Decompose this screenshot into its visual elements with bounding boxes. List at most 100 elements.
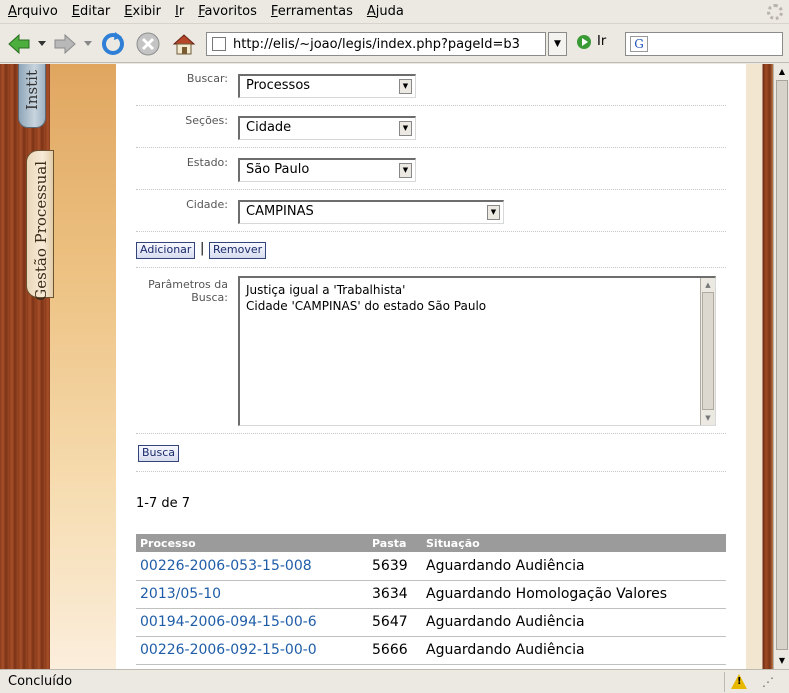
- status-text: Concluído: [8, 674, 73, 689]
- cell-pasta: 5666: [368, 636, 422, 665]
- params-line: Cidade 'CAMPINAS' do estado São Paulo: [246, 299, 487, 313]
- back-arrow-icon[interactable]: [6, 31, 32, 57]
- cell-situacao: Aguardando Audiência: [422, 552, 726, 581]
- menu-ferramentas[interactable]: Ferramentas: [271, 4, 353, 19]
- cell-situacao: Aguardando Homologação Valores: [422, 580, 726, 609]
- cell-situacao: Aguardando Audiência: [422, 636, 726, 665]
- search-button-row: Busca: [136, 434, 726, 472]
- menu-ir[interactable]: Ir: [175, 4, 184, 19]
- secoes-select[interactable]: Cidade ▼: [238, 116, 416, 140]
- cidade-label: Cidade:: [186, 198, 228, 211]
- cell-pasta: 5639: [368, 552, 422, 581]
- page-favicon-icon: [212, 37, 226, 51]
- button-separator: |: [200, 241, 205, 256]
- cell-processo: 00226-2006-092-15-00-0: [136, 636, 368, 665]
- cidade-select-value: CAMPINAS: [246, 204, 314, 219]
- scroll-down-icon[interactable]: ▼: [702, 412, 714, 424]
- menu-arquivo[interactable]: Arquivo: [8, 4, 58, 19]
- scroll-thumb[interactable]: [776, 80, 788, 650]
- scroll-up-icon[interactable]: ▲: [702, 279, 714, 291]
- forward-arrow-icon[interactable]: [52, 31, 78, 57]
- forward-history-dropdown-icon[interactable]: [84, 41, 92, 47]
- chevron-down-icon: ▼: [554, 39, 561, 49]
- table-row: 00226-2006-092-15-00-0 5666 Aguardando A…: [136, 636, 726, 665]
- add-remove-row: Adicionar | Remover: [136, 232, 726, 268]
- result-count: 1-7 de 7: [136, 496, 191, 511]
- cell-processo: 00194-2006-094-15-00-6: [136, 608, 368, 637]
- chevron-down-icon: ▼: [399, 79, 412, 94]
- page-viewport: Instit Gestão Processual Buscar: Process…: [0, 64, 773, 669]
- throbber-icon: [767, 4, 783, 20]
- results-table: Processo Pasta Situação 00226-2006-053-1…: [136, 534, 726, 665]
- url-history-dropdown[interactable]: ▼: [548, 32, 567, 56]
- menu-exibir[interactable]: Exibir: [124, 4, 161, 19]
- processo-link[interactable]: 2013/05-10: [140, 586, 221, 602]
- search-input[interactable]: G: [625, 32, 783, 56]
- scroll-up-icon[interactable]: ▲: [776, 66, 788, 78]
- estado-row: Estado: São Paulo ▼: [136, 148, 726, 190]
- buscar-row: Buscar: Processos ▼: [136, 64, 726, 106]
- col-processo: Processo: [136, 534, 368, 552]
- secoes-row: Seções: Cidade ▼: [136, 106, 726, 148]
- cell-pasta: 5647: [368, 608, 422, 637]
- params-label: Parâmetros da Busca:: [148, 278, 228, 304]
- back-history-dropdown-icon[interactable]: [38, 41, 46, 47]
- search-form: Buscar: Processos ▼ Seções: Cidade ▼ Est…: [136, 64, 726, 669]
- buscar-label: Buscar:: [186, 72, 228, 85]
- cell-processo: 00226-2006-053-15-008: [136, 552, 368, 581]
- processo-link[interactable]: 00226-2006-053-15-008: [140, 558, 312, 574]
- chevron-down-icon: ▼: [399, 163, 412, 178]
- processo-link[interactable]: 00194-2006-094-15-00-6: [140, 614, 317, 630]
- remove-button[interactable]: Remover: [209, 242, 267, 259]
- wood-frame-right: [746, 64, 773, 669]
- tab-institucional-label: Instit: [23, 70, 41, 111]
- url-text: http://elis/~joao/legis/index.php?pageId…: [233, 36, 520, 52]
- chevron-down-icon: ▼: [399, 121, 412, 136]
- reload-icon[interactable]: [100, 31, 126, 57]
- menu-ajuda[interactable]: Ajuda: [367, 4, 404, 19]
- menu-favoritos[interactable]: Favoritos: [198, 4, 257, 19]
- add-button[interactable]: Adicionar: [136, 242, 196, 259]
- table-row: 00226-2006-053-15-008 5639 Aguardando Au…: [136, 552, 726, 581]
- menu-bar: Arquivo Editar Exibir Ir Favoritos Ferra…: [0, 0, 789, 24]
- col-pasta: Pasta: [368, 534, 422, 552]
- tab-gestao-processual[interactable]: Gestão Processual: [26, 150, 54, 301]
- cidade-row: Cidade: CAMPINAS ▼: [136, 190, 726, 232]
- go-icon: [577, 34, 591, 49]
- search-button[interactable]: Busca: [138, 445, 180, 462]
- processo-link[interactable]: 00226-2006-092-15-00-0: [140, 642, 317, 658]
- go-button[interactable]: Ir: [577, 34, 606, 49]
- cidade-select[interactable]: CAMPINAS ▼: [238, 200, 504, 224]
- results-header: Processo Pasta Situação: [136, 534, 726, 552]
- page-scrollbar[interactable]: ▲ ▼: [773, 64, 789, 669]
- params-textarea[interactable]: Justiça igual a 'Trabalhista' Cidade 'CA…: [238, 276, 716, 426]
- table-row: 2013/05-10 3634 Aguardando Homologação V…: [136, 580, 726, 609]
- chevron-down-icon: ▼: [487, 205, 500, 220]
- url-field[interactable]: http://elis/~joao/legis/index.php?pageId…: [206, 32, 546, 56]
- resize-grip-icon[interactable]: ⋰: [762, 675, 774, 689]
- cell-situacao: Aguardando Audiência: [422, 608, 726, 637]
- estado-select-value: São Paulo: [246, 162, 310, 177]
- tab-gestao-processual-label: Gestão Processual: [32, 161, 50, 301]
- stop-icon[interactable]: [135, 31, 161, 57]
- search-engine-icon[interactable]: G: [630, 36, 648, 52]
- home-icon[interactable]: [171, 31, 197, 57]
- scroll-thumb[interactable]: [702, 292, 714, 410]
- buscar-select[interactable]: Processos ▼: [238, 74, 416, 98]
- secoes-label: Seções:: [185, 114, 228, 127]
- warning-icon[interactable]: [731, 674, 747, 689]
- estado-select[interactable]: São Paulo ▼: [238, 158, 416, 182]
- textarea-scrollbar[interactable]: ▲ ▼: [700, 278, 715, 425]
- col-situacao: Situação: [422, 534, 726, 552]
- tab-institucional[interactable]: Instit: [18, 64, 46, 128]
- table-row: 00194-2006-094-15-00-6 5647 Aguardando A…: [136, 608, 726, 637]
- scroll-down-icon[interactable]: ▼: [776, 655, 788, 667]
- menu-editar[interactable]: Editar: [72, 4, 111, 19]
- navigation-toolbar: http://elis/~joao/legis/index.php?pageId…: [0, 25, 789, 63]
- params-line: Justiça igual a 'Trabalhista': [246, 283, 406, 297]
- status-divider: [724, 672, 725, 692]
- buscar-select-value: Processos: [246, 78, 311, 93]
- cell-processo: 2013/05-10: [136, 580, 368, 609]
- estado-label: Estado:: [186, 156, 228, 169]
- cell-pasta: 3634: [368, 580, 422, 609]
